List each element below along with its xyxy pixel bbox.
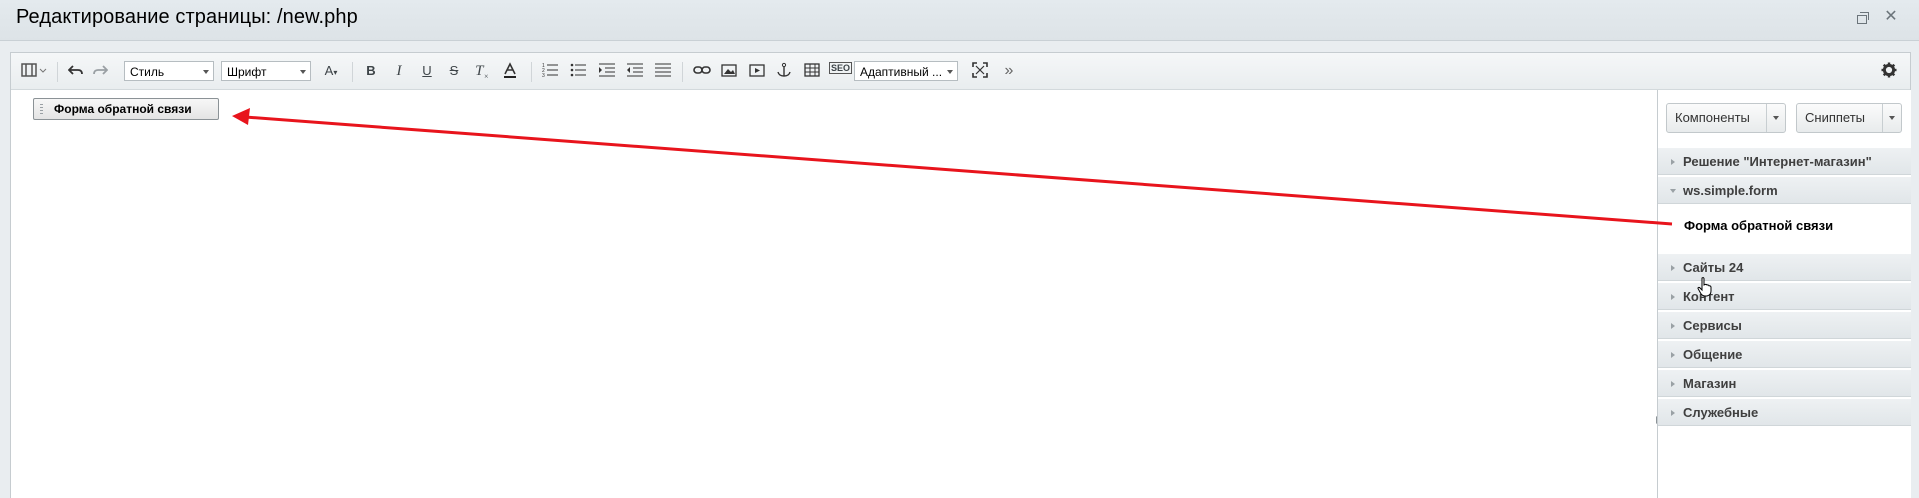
- toolbar-separator: [57, 62, 58, 82]
- expand-arrow-icon: [1671, 265, 1675, 271]
- component-block[interactable]: Форма обратной связи: [33, 98, 219, 120]
- video-icon[interactable]: [748, 62, 766, 80]
- group-label: Решение "Интернет-магазин": [1683, 154, 1872, 169]
- chevron-down-icon[interactable]: [1882, 104, 1901, 132]
- editor-toolbar: Стиль Шрифт A▾ B I U S T× 123 SEO Адапти…: [11, 53, 1910, 90]
- group-label: Магазин: [1683, 376, 1737, 391]
- expand-arrow-icon: [1671, 294, 1675, 300]
- adaptive-select[interactable]: Адаптивный ...: [854, 61, 958, 81]
- expand-arrow-icon: [1671, 323, 1675, 329]
- redo-icon[interactable]: [91, 62, 109, 80]
- component-item-feedback-form[interactable]: Форма обратной связи: [1684, 218, 1833, 233]
- toolbar-separator: [352, 62, 353, 82]
- font-select[interactable]: Шрифт: [221, 61, 311, 81]
- group-communication[interactable]: Общение: [1658, 340, 1911, 368]
- group-service[interactable]: Служебные: [1658, 398, 1911, 426]
- group-label: Сервисы: [1683, 318, 1742, 333]
- window-title: Редактирование страницы: /new.php: [16, 6, 358, 28]
- drag-handle-icon[interactable]: [40, 104, 43, 115]
- group-content[interactable]: Контент: [1658, 282, 1911, 310]
- svg-text:3: 3: [542, 73, 545, 78]
- components-button-label: Компоненты: [1675, 110, 1750, 125]
- group-label: Служебные: [1683, 405, 1759, 420]
- settings-gear-icon[interactable]: [1880, 62, 1898, 80]
- adaptive-select-value: Адаптивный ...: [860, 65, 943, 79]
- italic-icon[interactable]: I: [391, 62, 407, 80]
- font-size-icon[interactable]: A▾: [319, 62, 343, 80]
- snippets-button-label: Сниппеты: [1805, 110, 1866, 125]
- underline-icon[interactable]: U: [419, 62, 435, 80]
- expand-arrow-icon: [1671, 159, 1675, 165]
- group-internet-shop[interactable]: Решение "Интернет-магазин": [1658, 147, 1911, 175]
- align-icon[interactable]: [654, 62, 672, 80]
- strikethrough-icon[interactable]: S: [446, 62, 462, 80]
- restore-window-icon[interactable]: [1853, 8, 1871, 26]
- components-panel: Компоненты Сниппеты Решение "Интернет-ма…: [1657, 90, 1911, 498]
- group-services[interactable]: Сервисы: [1658, 311, 1911, 339]
- collapse-arrow-icon: [1670, 189, 1676, 193]
- expand-arrow-icon: [1671, 381, 1675, 387]
- undo-icon[interactable]: [67, 62, 85, 80]
- snippets-button[interactable]: Сниппеты: [1796, 103, 1902, 133]
- component-block-label: Форма обратной связи: [54, 102, 192, 116]
- group-label: Сайты 24: [1683, 260, 1744, 275]
- remove-format-icon[interactable]: T×: [473, 62, 491, 81]
- chevron-down-icon[interactable]: [1766, 104, 1785, 132]
- group-label: Общение: [1683, 347, 1743, 362]
- outdent-icon[interactable]: [626, 62, 644, 80]
- fullscreen-icon[interactable]: [971, 62, 989, 80]
- view-mode-icon[interactable]: [21, 62, 47, 80]
- style-select[interactable]: Стиль: [124, 61, 214, 81]
- anchor-icon[interactable]: [775, 62, 793, 80]
- seo-icon[interactable]: SEO: [829, 62, 853, 80]
- group-shop[interactable]: Магазин: [1658, 369, 1911, 397]
- group-sites24[interactable]: Сайты 24: [1658, 253, 1911, 281]
- hand-cursor-icon: [1697, 277, 1712, 297]
- group-label: ws.simple.form: [1683, 183, 1778, 198]
- seo-label: SEO: [829, 62, 853, 74]
- window-title-bar: Редактирование страницы: /new.php ✕: [0, 0, 1919, 41]
- expand-arrow-icon: [1671, 410, 1675, 416]
- html-editor: Стиль Шрифт A▾ B I U S T× 123 SEO Адапти…: [10, 52, 1911, 498]
- expand-arrow-icon: [1671, 352, 1675, 358]
- image-icon[interactable]: [720, 62, 738, 80]
- text-color-icon[interactable]: [501, 62, 519, 80]
- indent-icon[interactable]: [598, 62, 616, 80]
- toolbar-separator: [682, 62, 683, 82]
- unordered-list-icon[interactable]: [569, 62, 587, 80]
- ordered-list-icon[interactable]: 123: [541, 62, 559, 80]
- more-icon[interactable]: »: [1001, 62, 1017, 80]
- link-icon[interactable]: [692, 62, 712, 80]
- bold-icon[interactable]: B: [363, 62, 379, 80]
- components-button[interactable]: Компоненты: [1666, 103, 1786, 133]
- style-select-value: Стиль: [130, 65, 165, 79]
- close-icon[interactable]: ✕: [1882, 8, 1900, 26]
- font-select-value: Шрифт: [227, 65, 267, 79]
- group-ws-simple-form[interactable]: ws.simple.form: [1658, 176, 1911, 204]
- editor-content-area[interactable]: Форма обратной связи: [11, 90, 1656, 498]
- table-icon[interactable]: [803, 62, 821, 80]
- toolbar-separator: [531, 62, 532, 82]
